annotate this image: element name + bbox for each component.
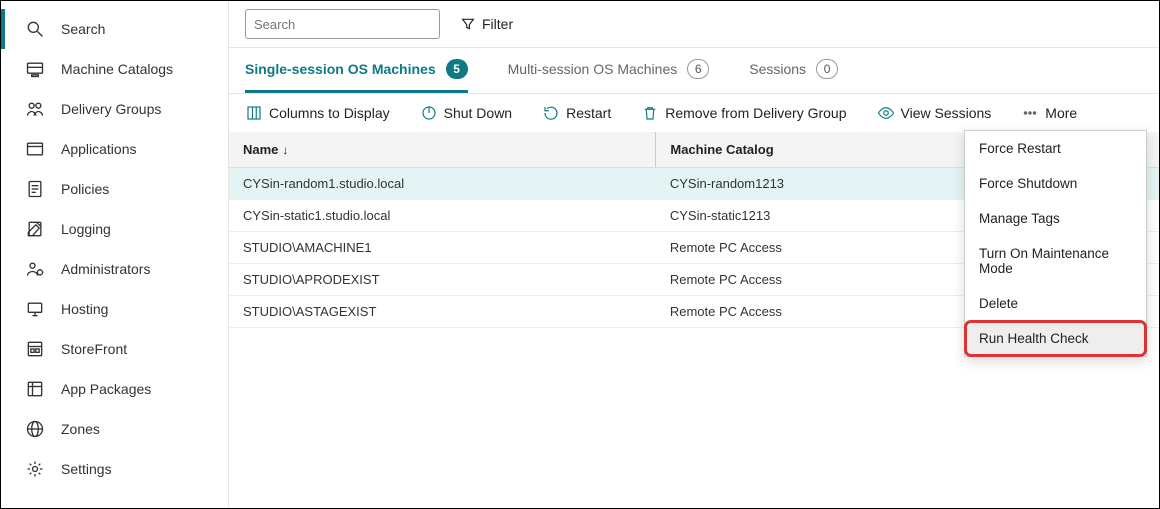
settings-icon [25, 459, 45, 479]
columns-icon [245, 104, 263, 122]
menu-item-manage-tags[interactable]: Manage Tags [965, 201, 1146, 236]
admin-icon [25, 259, 45, 279]
sidebar-item-app-packages[interactable]: App Packages [1, 369, 228, 409]
store-icon [25, 339, 45, 359]
topbar: Filter [229, 1, 1159, 48]
sidebar-item-logging[interactable]: Logging [1, 209, 228, 249]
search-icon [25, 19, 45, 39]
cell-name: STUDIO\ASTAGEXIST [229, 296, 656, 328]
tab-label: Single-session OS Machines [245, 61, 436, 77]
window-icon [25, 139, 45, 159]
package-icon [25, 379, 45, 399]
tab-multi-session[interactable]: Multi-session OS Machines 6 [508, 48, 710, 93]
sidebar-item-machine-catalogs[interactable]: Machine Catalogs [1, 49, 228, 89]
cell-name: STUDIO\APRODEXIST [229, 264, 656, 296]
sort-arrow-icon: ↓ [282, 143, 288, 157]
sidebar-item-storefront[interactable]: StoreFront [1, 329, 228, 369]
tab-single-session[interactable]: Single-session OS Machines 5 [245, 48, 468, 93]
cell-name: CYSin-random1.studio.local [229, 168, 656, 200]
menu-item-delete[interactable]: Delete [965, 286, 1146, 321]
sidebar-item-label: Hosting [61, 301, 108, 317]
cell-catalog: Remote PC Access [656, 264, 977, 296]
columns-to-display-button[interactable]: Columns to Display [245, 104, 390, 122]
policy-icon [25, 179, 45, 199]
sidebar-item-hosting[interactable]: Hosting [1, 289, 228, 329]
sidebar-item-label: StoreFront [61, 341, 127, 357]
tab-badge: 6 [687, 59, 709, 79]
sidebar-item-label: App Packages [61, 381, 151, 397]
menu-item-turn-on-maintenance-mode[interactable]: Turn On Maintenance Mode [965, 236, 1146, 286]
view-sessions-button[interactable]: View Sessions [877, 104, 992, 122]
sidebar-item-applications[interactable]: Applications [1, 129, 228, 169]
zones-icon [25, 419, 45, 439]
restart-button[interactable]: Restart [542, 104, 611, 122]
cell-name: STUDIO\AMACHINE1 [229, 232, 656, 264]
menu-item-force-restart[interactable]: Force Restart [965, 131, 1146, 166]
menu-item-run-health-check[interactable]: Run Health Check [965, 321, 1146, 356]
log-icon [25, 219, 45, 239]
tab-label: Sessions [749, 61, 806, 77]
sidebar-item-settings[interactable]: Settings [1, 449, 228, 489]
cell-catalog: CYSin-static1213 [656, 200, 977, 232]
trash-icon [641, 104, 659, 122]
cell-catalog: Remote PC Access [656, 232, 977, 264]
search-input[interactable] [245, 9, 440, 39]
sidebar-item-label: Applications [61, 141, 137, 157]
restart-icon [542, 104, 560, 122]
group-icon [25, 99, 45, 119]
sidebar-item-label: Delivery Groups [61, 101, 161, 117]
more-menu: Force RestartForce ShutdownManage TagsTu… [964, 130, 1147, 357]
action-label: Restart [566, 105, 611, 121]
sidebar-item-policies[interactable]: Policies [1, 169, 228, 209]
action-label: View Sessions [901, 105, 992, 121]
cell-catalog: Remote PC Access [656, 296, 977, 328]
cell-name: CYSin-static1.studio.local [229, 200, 656, 232]
sidebar-item-label: Settings [61, 461, 112, 477]
action-label: More [1045, 105, 1077, 121]
sidebar: Search Machine Catalogs Delivery Groups … [1, 1, 229, 508]
more-icon [1021, 104, 1039, 122]
tab-badge: 0 [816, 59, 838, 79]
col-header-machine-catalog[interactable]: Machine Catalog [656, 132, 977, 168]
catalog-icon [25, 59, 45, 79]
tabs: Single-session OS Machines 5 Multi-sessi… [229, 48, 1159, 94]
filter-label: Filter [482, 16, 513, 32]
action-label: Shut Down [444, 105, 512, 121]
menu-item-force-shutdown[interactable]: Force Shutdown [965, 166, 1146, 201]
sidebar-item-search[interactable]: Search [1, 9, 228, 49]
action-bar: Columns to Display Shut Down Restart Rem… [229, 94, 1159, 132]
sidebar-item-label: Search [61, 21, 105, 37]
action-label: Remove from Delivery Group [665, 105, 846, 121]
more-button[interactable]: More [1021, 104, 1077, 122]
filter-icon [460, 16, 476, 32]
tab-badge: 5 [446, 59, 468, 79]
sidebar-item-zones[interactable]: Zones [1, 409, 228, 449]
hosting-icon [25, 299, 45, 319]
tab-sessions[interactable]: Sessions 0 [749, 48, 838, 93]
eye-icon [877, 104, 895, 122]
sidebar-item-administrators[interactable]: Administrators [1, 249, 228, 289]
col-header-name[interactable]: Name↓ [229, 132, 656, 168]
sidebar-item-label: Administrators [61, 261, 150, 277]
shut-down-button[interactable]: Shut Down [420, 104, 512, 122]
sidebar-item-label: Machine Catalogs [61, 61, 173, 77]
filter-button[interactable]: Filter [460, 16, 513, 32]
sidebar-item-delivery-groups[interactable]: Delivery Groups [1, 89, 228, 129]
power-icon [420, 104, 438, 122]
remove-from-delivery-group-button[interactable]: Remove from Delivery Group [641, 104, 846, 122]
action-label: Columns to Display [269, 105, 390, 121]
tab-label: Multi-session OS Machines [508, 61, 678, 77]
sidebar-item-label: Zones [61, 421, 100, 437]
sidebar-item-label: Logging [61, 221, 111, 237]
cell-catalog: CYSin-random1213 [656, 168, 977, 200]
sidebar-item-label: Policies [61, 181, 109, 197]
